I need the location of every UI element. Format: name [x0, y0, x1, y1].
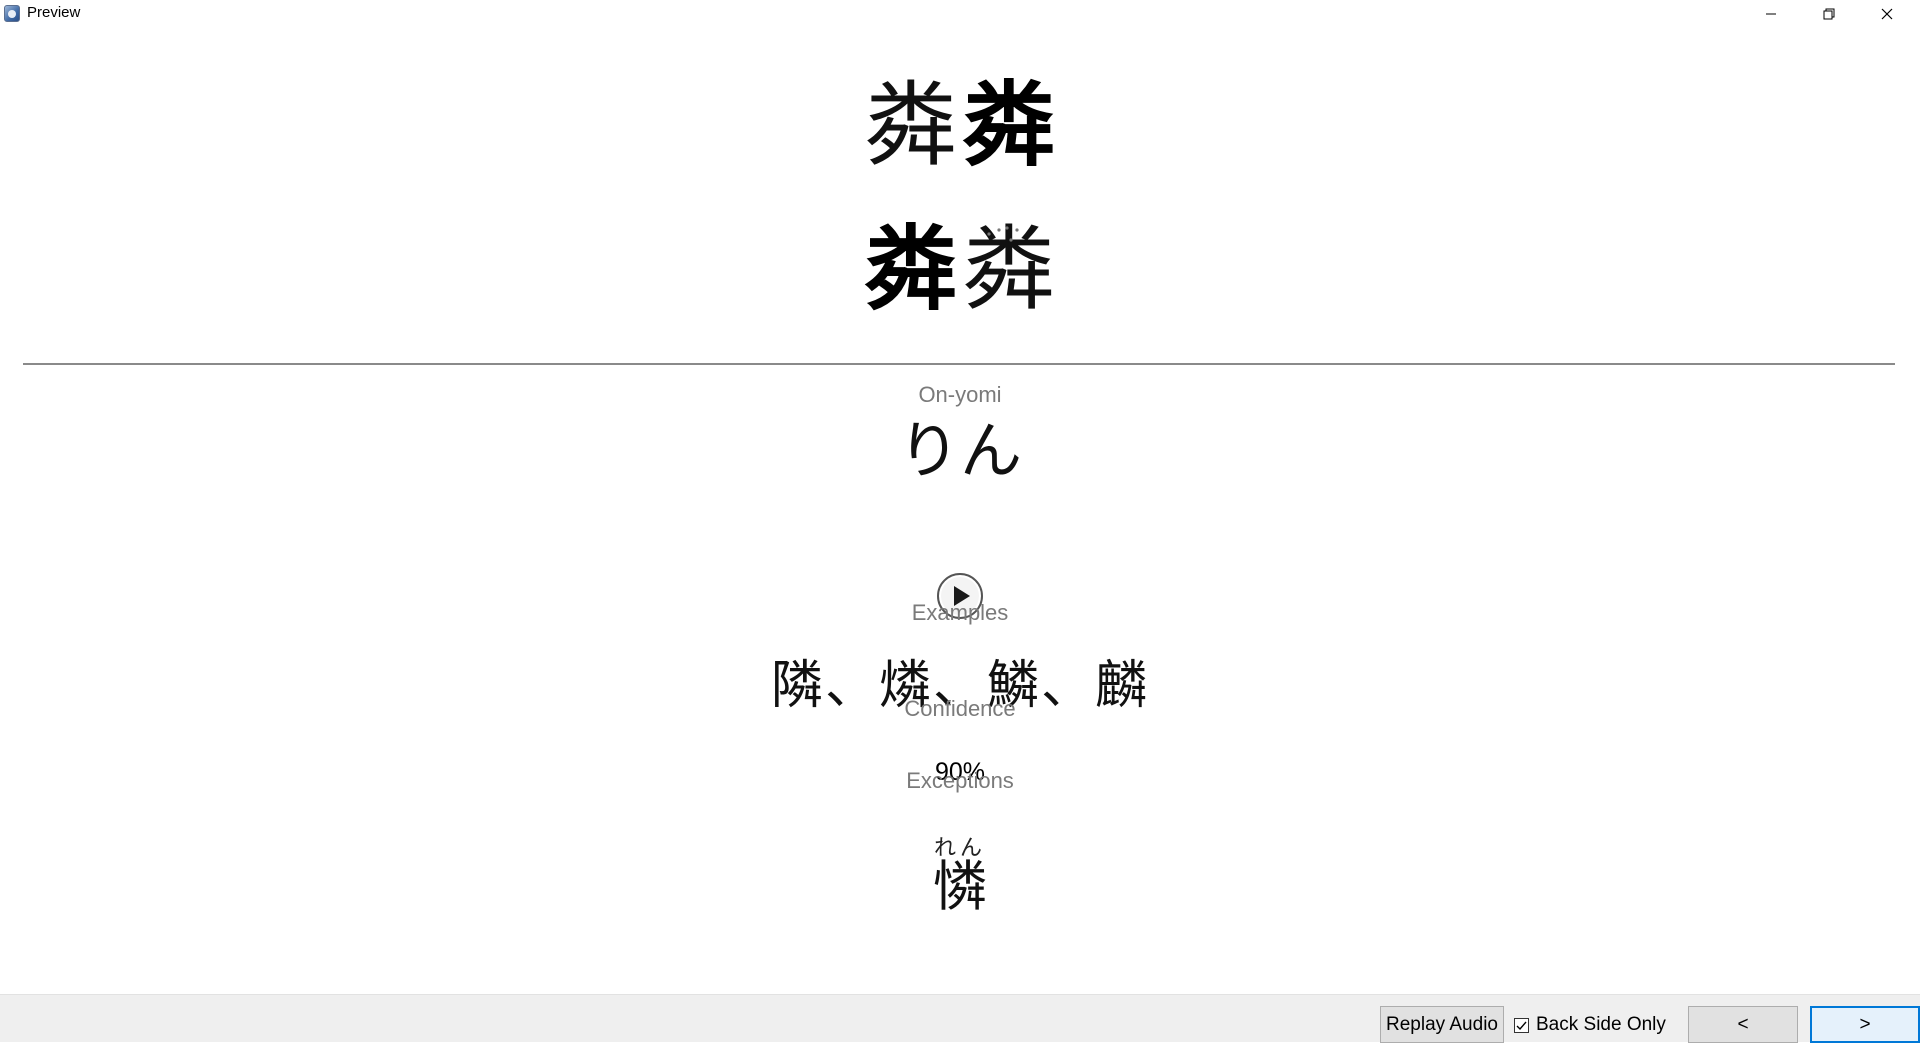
kanji-bold: 粦: [963, 72, 1056, 179]
exceptions-label: Exceptions: [906, 768, 1014, 793]
back-side-only-label: Back Side Only: [1536, 1014, 1666, 1035]
close-button[interactable]: [1858, 0, 1916, 28]
back-side-only-toggle[interactable]: Back Side Only: [1514, 1010, 1666, 1040]
window-title: Preview: [27, 4, 81, 21]
onyomi-label: On-yomi: [918, 382, 1002, 407]
checkmark-icon: [1516, 1021, 1527, 1030]
bottom-toolbar: Replay Audio Back Side Only < >: [0, 994, 1920, 1043]
kanji-mincho: 粦: [865, 72, 958, 179]
minimize-icon: [1766, 13, 1776, 15]
restore-button[interactable]: [1800, 0, 1858, 28]
title-bar: Preview: [0, 0, 1920, 28]
restore-icon: [1823, 8, 1835, 20]
back-side-only-checkbox[interactable]: [1514, 1017, 1529, 1033]
examples-label: Examples: [911, 600, 1009, 625]
minimize-button[interactable]: [1742, 0, 1800, 28]
replay-audio-button[interactable]: Replay Audio: [1380, 1006, 1504, 1043]
exception-kanji: 憐: [933, 855, 987, 918]
kanji-stroke-order: 粦: [963, 224, 1055, 324]
card-preview: 粦 粦 粦 粦 On-yomi りん Examples 隣、燐、鱗、麟 Conf…: [0, 28, 1920, 994]
previous-button[interactable]: <: [1688, 1006, 1798, 1043]
kanji-row-bottom: 粦 粦: [0, 224, 1920, 324]
confidence-label: Confidence: [904, 696, 1016, 721]
kanji-bold-gothic: 粦: [865, 216, 958, 323]
kanji-stroke-order-glyph: 粦: [963, 216, 1056, 323]
kanji-row-top: 粦 粦: [0, 80, 1920, 180]
close-icon: [1881, 8, 1893, 20]
next-button[interactable]: >: [1810, 1006, 1920, 1043]
onyomi-reading: りん: [897, 414, 1022, 487]
front-back-divider: [23, 363, 1895, 365]
app-icon: [4, 5, 20, 22]
